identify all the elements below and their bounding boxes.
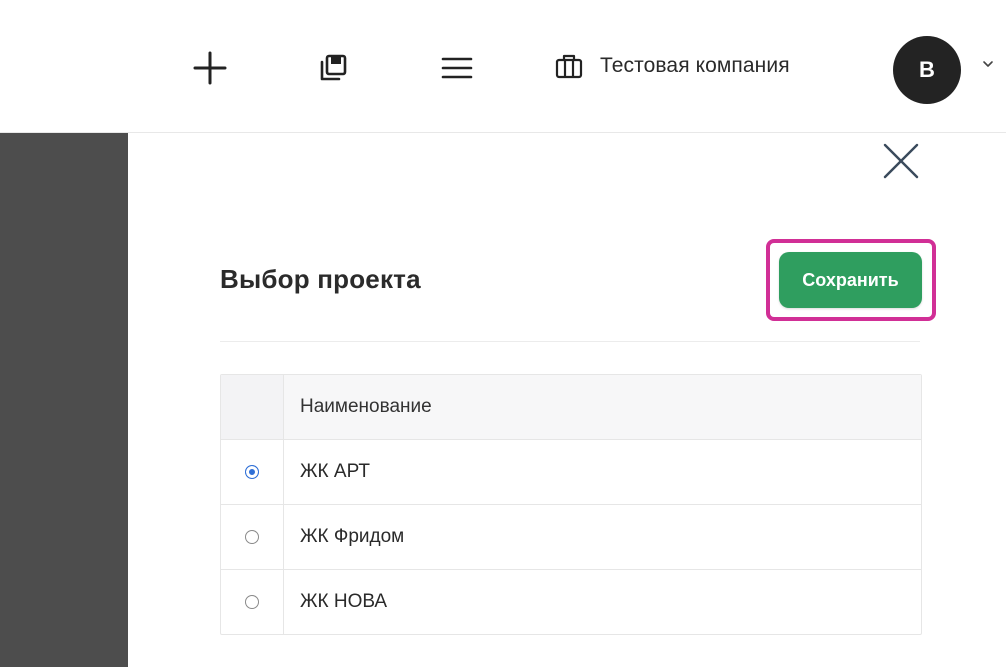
- briefcase-icon: [555, 54, 583, 79]
- page-title: Выбор проекта: [220, 264, 421, 294]
- top-bar: Тестовая компания B: [0, 0, 1006, 133]
- header-select-cell: [221, 375, 284, 439]
- table-row[interactable]: ЖК АРТ: [221, 439, 921, 504]
- copy-button[interactable]: [313, 48, 353, 88]
- account-dropdown-toggle[interactable]: [980, 56, 996, 72]
- projects-table: Наименование ЖК АРТ ЖК Фридом ЖК НОВА: [220, 374, 922, 635]
- select-cell: [221, 570, 284, 634]
- chevron-down-icon: [983, 61, 993, 67]
- table-header-row: Наименование: [221, 375, 921, 439]
- hamburger-menu-icon: [441, 57, 473, 79]
- project-radio[interactable]: [245, 465, 259, 479]
- project-name: ЖК АРТ: [300, 461, 370, 482]
- company-selector[interactable]: Тестовая компания: [554, 44, 790, 88]
- project-radio[interactable]: [245, 530, 259, 544]
- select-cell: [221, 505, 284, 569]
- project-name: ЖК НОВА: [300, 591, 388, 612]
- table-row[interactable]: ЖК Фридом: [221, 504, 921, 569]
- divider: [220, 341, 920, 342]
- menu-button[interactable]: [437, 48, 477, 88]
- add-button[interactable]: [190, 48, 230, 88]
- avatar-letter: B: [919, 57, 935, 82]
- select-cell: [221, 440, 284, 504]
- company-name: Тестовая компания: [600, 54, 790, 77]
- close-button[interactable]: [878, 138, 924, 184]
- column-header-name: Наименование: [300, 396, 432, 417]
- sidebar-backdrop: [0, 133, 128, 667]
- avatar[interactable]: B: [893, 36, 961, 104]
- project-radio[interactable]: [245, 595, 259, 609]
- save-button[interactable]: Сохранить: [779, 252, 922, 308]
- project-name: ЖК Фридом: [300, 526, 405, 547]
- close-icon: [883, 143, 919, 179]
- plus-icon: [193, 51, 227, 85]
- table-row[interactable]: ЖК НОВА: [221, 569, 921, 634]
- copy-icon: [320, 54, 347, 81]
